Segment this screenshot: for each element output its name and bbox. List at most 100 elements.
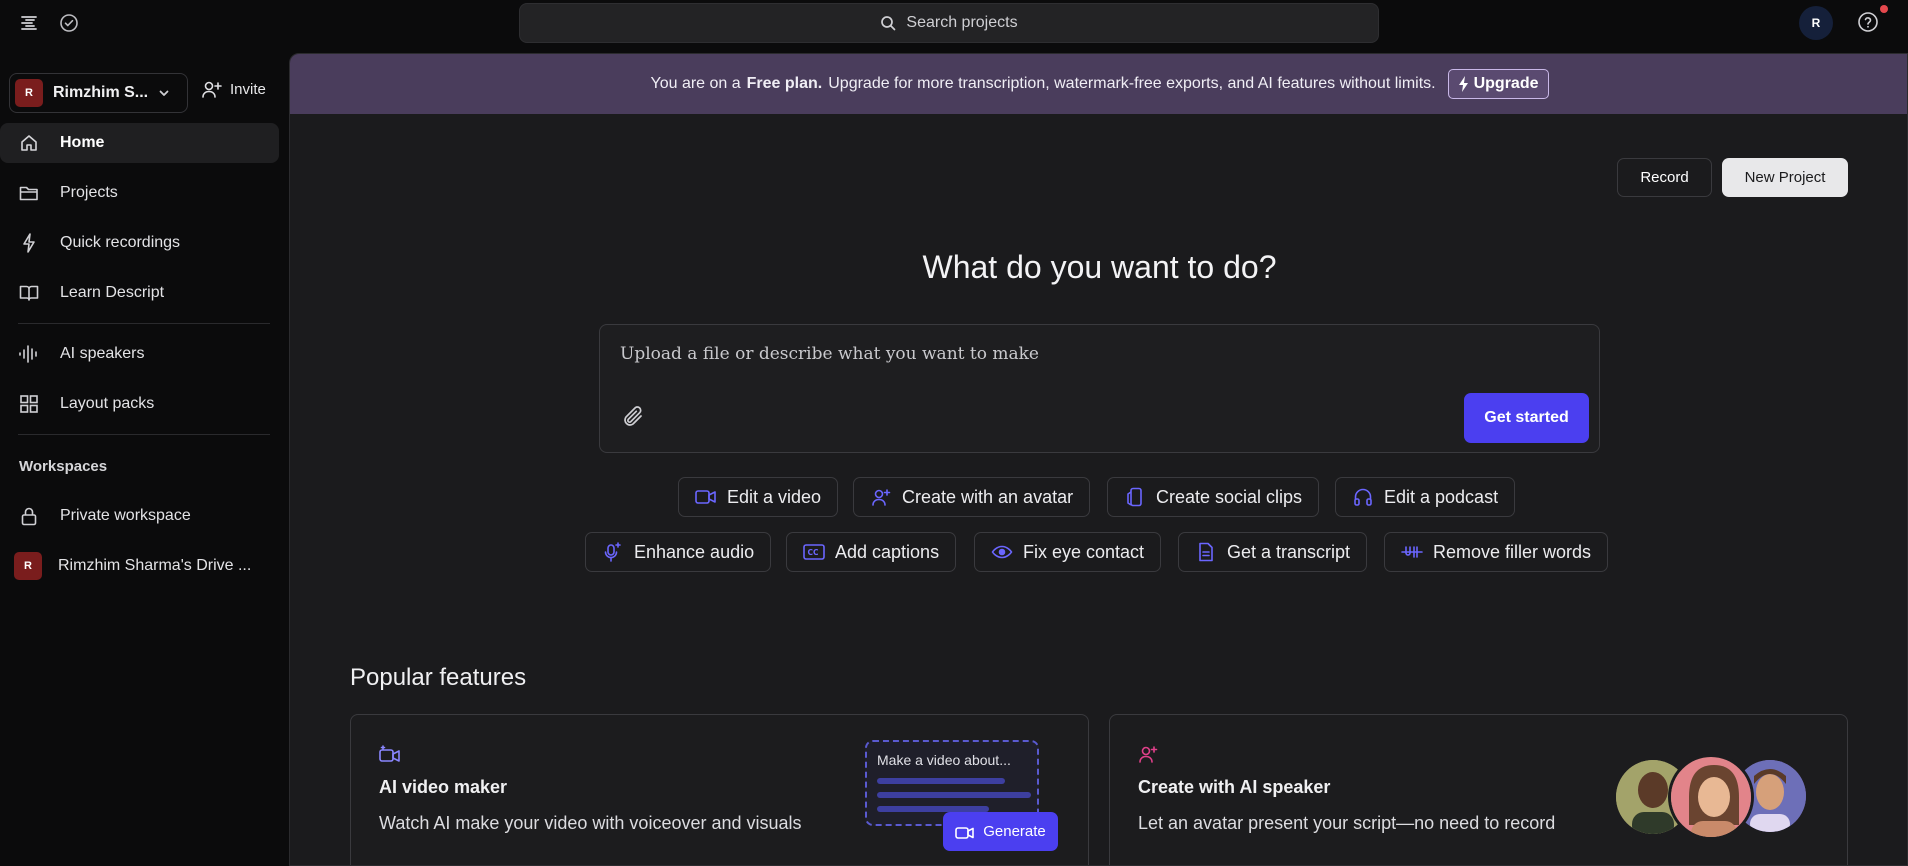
sidebar-toggle-icon[interactable] (17, 11, 41, 35)
lightning-icon (1458, 76, 1468, 92)
grid-icon (18, 393, 40, 415)
card-description: Watch AI make your video with voiceover … (379, 813, 802, 833)
generate-button[interactable]: Generate (943, 812, 1058, 851)
sidebar-item-private-workspace[interactable]: Private workspace (0, 496, 279, 536)
chip-label: Enhance audio (634, 541, 755, 562)
headphones-icon (1352, 486, 1374, 508)
page-title: What do you want to do? (922, 249, 1277, 285)
workspace-avatar: R (15, 79, 43, 107)
search-bar[interactable]: Search projects (519, 3, 1379, 43)
sidebar-item-learn-descript[interactable]: Learn Descript (0, 273, 279, 313)
sidebar-item-label: Layout packs (60, 395, 155, 412)
sidebar-item-label: Quick recordings (60, 234, 181, 251)
chip-fix-eye-contact[interactable]: Fix eye contact (974, 532, 1162, 572)
upgrade-banner: You are on a Free plan. Upgrade for more… (290, 54, 1907, 114)
upgrade-label: Upgrade (1473, 75, 1539, 92)
avatar-plus-icon (870, 486, 892, 508)
generate-label: Generate (983, 823, 1046, 840)
avatar-face (1668, 754, 1754, 840)
banner-suffix: Upgrade for more transcription, watermar… (828, 75, 1436, 92)
chip-remove-filler-words[interactable]: Remove filler words (1384, 532, 1609, 572)
card-title: Create with AI speaker (1138, 777, 1331, 797)
svg-text:CC: CC (808, 548, 820, 557)
chip-label: Fix eye contact (1023, 541, 1145, 562)
sidebar-item-drive[interactable]: R Rimzhim Sharma's Drive ... (0, 546, 279, 586)
mockup-line (877, 792, 1031, 798)
folder-icon (18, 182, 40, 204)
sidebar-item-layout-packs[interactable]: Layout packs (0, 384, 279, 424)
sidebar-item-label: AI speakers (60, 345, 145, 362)
sidebar-divider (18, 323, 270, 324)
avatar-faces (1616, 754, 1816, 850)
document-icon (1195, 541, 1217, 563)
feature-card-ai-video-maker[interactable]: AI video maker Watch AI make your video … (350, 714, 1089, 865)
sidebar-item-label: Learn Descript (60, 284, 165, 301)
chip-get-transcript[interactable]: Get a transcript (1178, 532, 1368, 572)
user-plus-icon (202, 81, 222, 98)
chip-label: Edit a video (727, 486, 822, 507)
card-description: Let an avatar present your script—no nee… (1138, 813, 1556, 833)
chip-create-avatar[interactable]: Create with an avatar (853, 477, 1091, 517)
strikethrough-icon (1401, 541, 1423, 563)
card-title: AI video maker (379, 777, 508, 797)
prompt-placeholder: Upload a file or describe what you want … (620, 344, 1039, 364)
attachment-icon[interactable] (622, 405, 644, 429)
workspace-switcher[interactable]: R Rimzhim S... (9, 73, 188, 113)
chip-label: Remove filler words (1433, 541, 1592, 562)
sidebar-item-quick-recordings[interactable]: Quick recordings (0, 223, 279, 263)
chip-enhance-audio[interactable]: Enhance audio (585, 532, 772, 572)
chip-label: Add captions (835, 541, 940, 562)
chip-add-captions[interactable]: CC Add captions (786, 532, 957, 572)
record-button[interactable]: Record (1617, 158, 1712, 197)
banner-prefix: You are on a (650, 75, 741, 92)
search-placeholder: Search projects (906, 14, 1018, 31)
sidebar-item-projects[interactable]: Projects (0, 173, 279, 213)
check-circle-icon[interactable] (57, 11, 81, 35)
chip-label: Create social clips (1156, 486, 1303, 507)
main-panel: You are on a Free plan. Upgrade for more… (289, 53, 1908, 866)
chip-edit-podcast[interactable]: Edit a podcast (1335, 477, 1516, 517)
sidebar-item-label: Home (60, 134, 105, 151)
top-bar: Search projects R (0, 0, 1908, 46)
drive-avatar: R (14, 552, 42, 580)
video-sparkle-icon (955, 826, 975, 839)
prompt-input[interactable]: Upload a file or describe what you want … (599, 324, 1600, 453)
invite-button[interactable]: Invite (202, 80, 266, 98)
cc-icon: CC (803, 541, 825, 563)
search-icon (881, 16, 896, 31)
eye-icon (991, 541, 1013, 563)
chip-label: Create with an avatar (902, 486, 1074, 507)
help-icon[interactable] (1857, 11, 1881, 35)
sidebar-item-label: Projects (60, 184, 118, 201)
phone-clip-icon (1124, 486, 1146, 508)
sidebar-item-label: Rimzhim Sharma's Drive ... (58, 557, 252, 574)
avatar-plus-icon (1138, 745, 1158, 763)
video-sparkle-icon (379, 745, 401, 763)
mockup-line (877, 778, 1005, 784)
mockup-text: Make a video about... (877, 752, 1011, 768)
home-icon (18, 132, 40, 154)
banner-plan: Free plan. (746, 75, 823, 92)
get-started-button[interactable]: Get started (1464, 393, 1589, 443)
book-icon (18, 282, 40, 304)
chip-edit-video[interactable]: Edit a video (678, 477, 839, 517)
new-project-button[interactable]: New Project (1722, 158, 1848, 197)
invite-label: Invite (230, 80, 266, 98)
upgrade-button[interactable]: Upgrade (1447, 69, 1549, 99)
workspaces-heading: Workspaces (19, 458, 108, 475)
sidebar-item-home[interactable]: Home (0, 123, 279, 163)
chevron-down-icon (159, 90, 169, 96)
feature-card-ai-speaker[interactable]: Create with AI speaker Let an avatar pre… (1109, 714, 1848, 865)
video-camera-icon (695, 486, 717, 508)
mic-sparkle-icon (602, 541, 624, 563)
sidebar-item-ai-speakers[interactable]: AI speakers (0, 334, 279, 374)
waveform-icon (18, 343, 40, 365)
notification-dot (1880, 5, 1888, 13)
workspace-name: Rimzhim S... (53, 84, 148, 101)
lightning-icon (18, 232, 40, 254)
chip-social-clips[interactable]: Create social clips (1107, 477, 1320, 517)
popular-features-heading: Popular features (350, 664, 527, 691)
sidebar: R Rimzhim S... Invite Home Projects Quic… (0, 46, 288, 866)
sidebar-divider (18, 434, 270, 435)
user-avatar[interactable]: R (1799, 6, 1833, 40)
